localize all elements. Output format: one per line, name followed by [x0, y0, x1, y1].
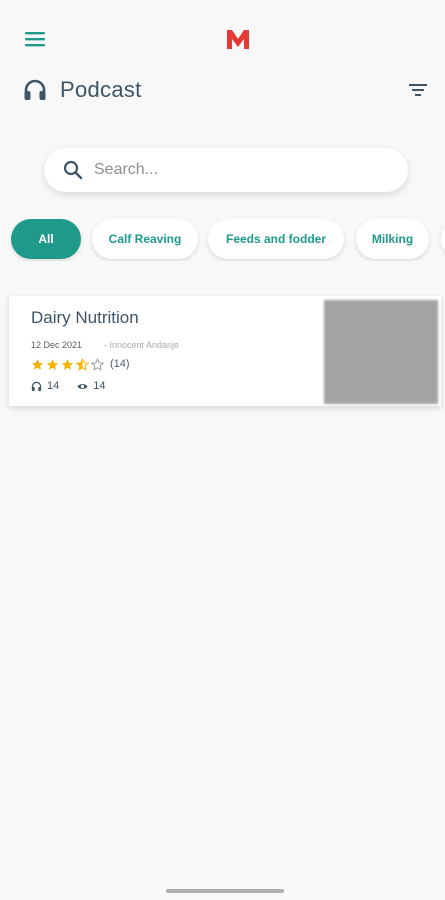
rating-count: (14): [110, 358, 130, 370]
eye-icon: [77, 383, 88, 389]
search-icon: [62, 159, 84, 181]
podcast-date: 12 Dec 2021: [31, 340, 83, 350]
search-input[interactable]: [94, 148, 394, 192]
listen-count: 14: [47, 380, 60, 392]
star-full-icon: [61, 358, 74, 370]
page-title: Podcast: [60, 77, 142, 102]
category-chip-calf-reaving[interactable]: Calf Reaving: [92, 219, 198, 259]
headphones-icon: [22, 77, 48, 103]
podcast-author: - Innocent Andanje: [104, 340, 180, 350]
view-count: 14: [93, 380, 106, 392]
podcast-stats: 14 14: [31, 379, 106, 393]
top-app-bar: [0, 0, 445, 80]
category-chip-milking[interactable]: Milking: [356, 219, 429, 259]
star-rating: (14): [31, 357, 130, 371]
star-full-icon: [31, 358, 44, 370]
menu-button[interactable]: [22, 28, 48, 50]
category-chip-feeds-and-fodder[interactable]: Feeds and fodder: [208, 219, 344, 259]
filter-button[interactable]: [406, 80, 430, 100]
star-half-icon: [76, 357, 89, 371]
page-header: Podcast: [0, 72, 445, 112]
category-chip-overflow[interactable]: [441, 219, 445, 259]
filter-icon: [409, 84, 427, 96]
category-chip-all[interactable]: All: [11, 219, 81, 259]
podcast-thumbnail: [324, 300, 438, 404]
podcast-card[interactable]: Dairy Nutrition 12 Dec 2021 - Innocent A…: [9, 296, 441, 406]
headphones-icon: [31, 381, 42, 391]
hamburger-menu-icon: [25, 32, 45, 47]
star-full-icon: [46, 358, 59, 370]
star-empty-icon: [91, 357, 104, 371]
search-bar[interactable]: [44, 148, 408, 192]
home-indicator[interactable]: [166, 889, 284, 893]
app-logo: [225, 27, 251, 51]
category-chips: All Calf Reaving Feeds and fodder Milkin…: [0, 219, 445, 261]
podcast-title: Dairy Nutrition: [31, 308, 139, 327]
